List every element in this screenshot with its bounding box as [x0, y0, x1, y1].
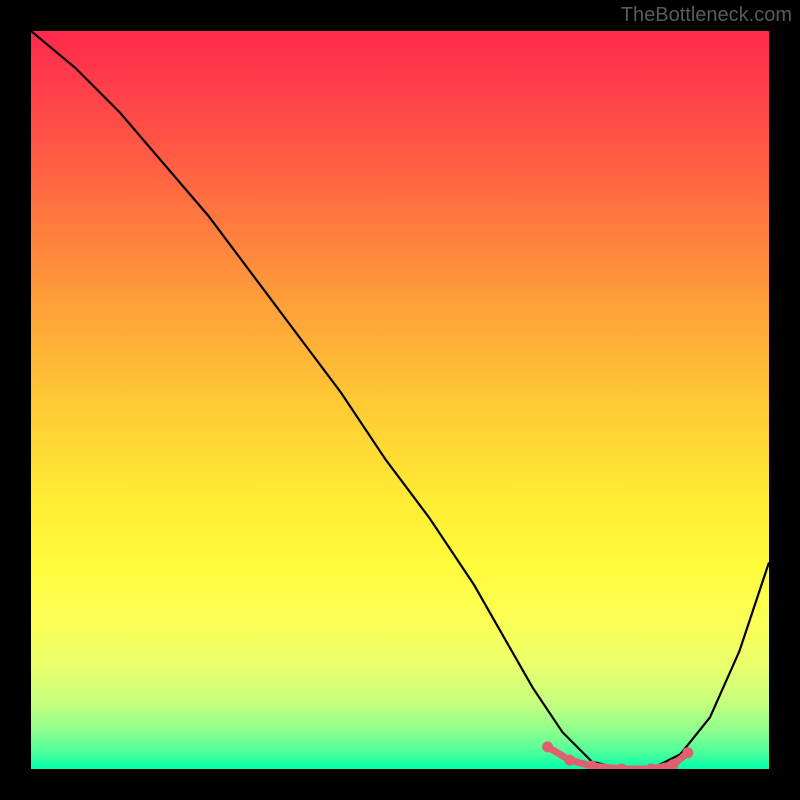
bottleneck-curve — [31, 31, 769, 769]
optimal-point-marker — [616, 764, 627, 770]
optimal-point-marker — [682, 747, 693, 758]
optimal-point-marker — [645, 764, 656, 770]
optimal-point-marker — [564, 755, 575, 766]
chart-container: TheBottleneck.com — [0, 0, 800, 800]
watermark-text: TheBottleneck.com — [621, 4, 792, 27]
optimal-point-marker — [542, 741, 553, 752]
chart-overlay — [31, 31, 769, 769]
